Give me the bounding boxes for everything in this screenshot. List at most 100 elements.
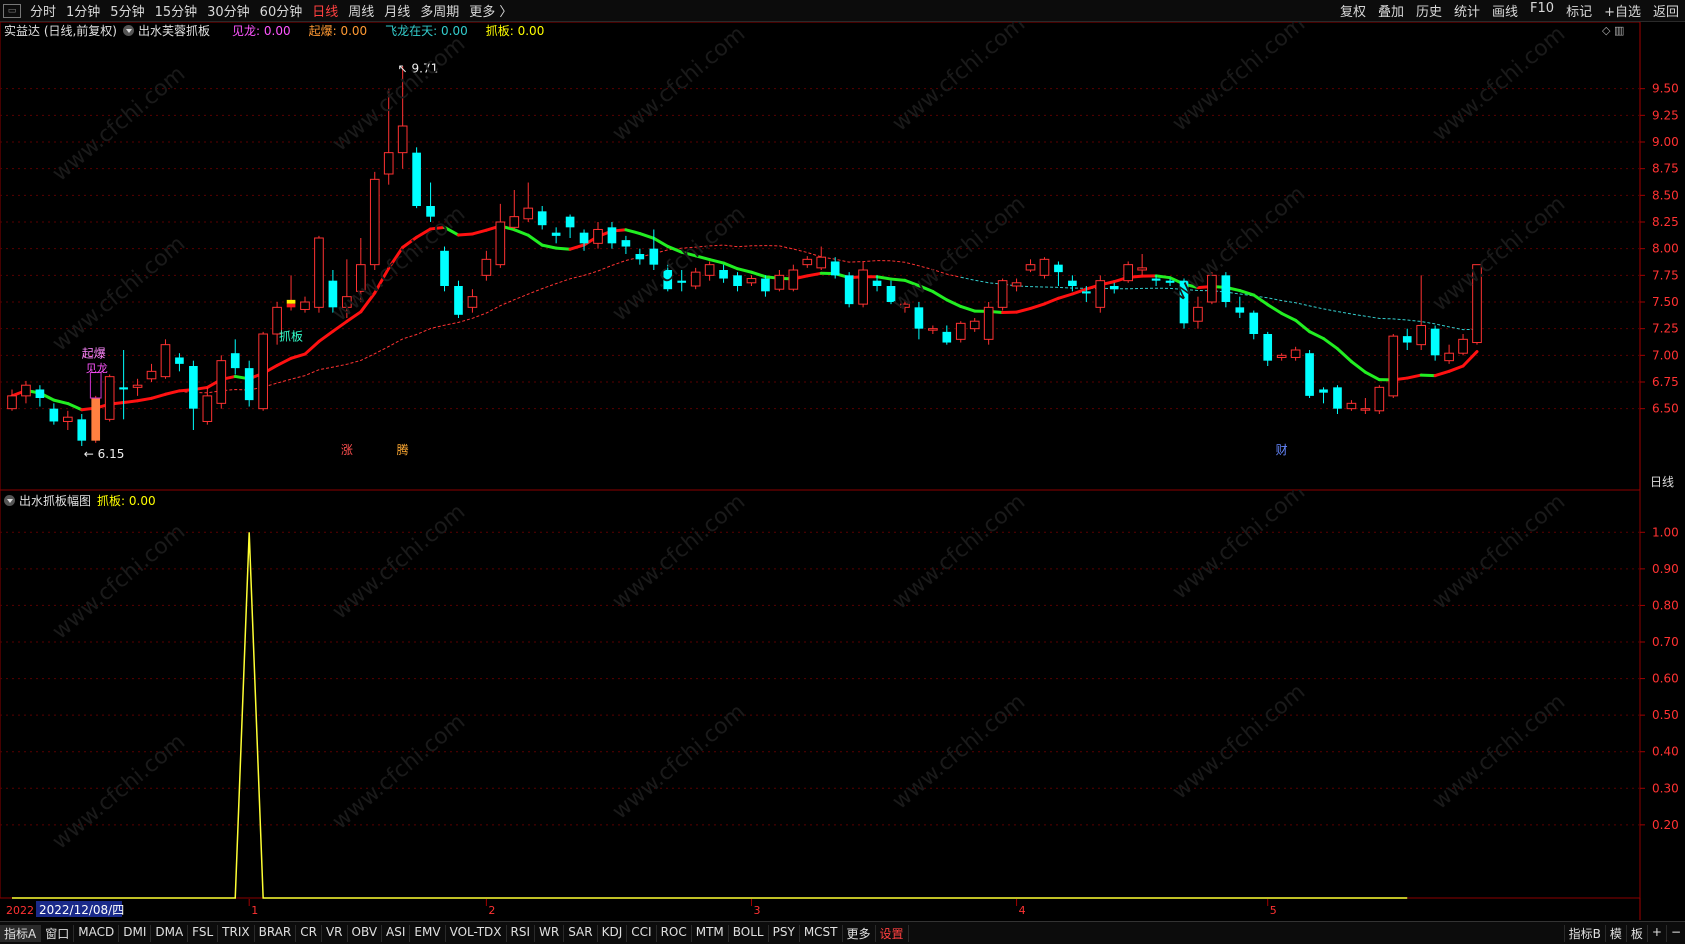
candle[interactable] [189, 361, 198, 430]
candle[interactable] [1040, 257, 1049, 278]
candle[interactable] [552, 227, 561, 243]
period-tab-3[interactable]: 15分钟 [150, 1, 203, 20]
candle[interactable] [1249, 311, 1258, 340]
candle[interactable] [761, 275, 770, 296]
app-logo-icon[interactable]: ▭ [3, 4, 21, 18]
candle[interactable] [1124, 261, 1133, 282]
candle[interactable] [231, 339, 240, 374]
period-tab-0[interactable]: 分时 [25, 1, 61, 20]
candle[interactable] [468, 289, 477, 312]
marker-shen[interactable]: 腾 [397, 442, 409, 457]
period-tab-5[interactable]: 60分钟 [255, 1, 308, 20]
top-tool-7[interactable]: +自选 [1598, 1, 1647, 20]
indicator-tab-4[interactable]: DMA [151, 925, 188, 942]
candle[interactable] [50, 403, 59, 424]
indicator-tab-11[interactable]: ASI [382, 925, 410, 942]
indicator-tab-20[interactable]: MTM [692, 925, 729, 942]
candle[interactable] [315, 236, 324, 313]
period-tab-9[interactable]: 多周期 [415, 1, 464, 20]
candle[interactable] [1431, 325, 1440, 360]
candle[interactable] [859, 261, 868, 307]
bottom-tool-0[interactable]: 指标B [1564, 925, 1605, 942]
candle[interactable] [622, 236, 631, 254]
indicator-tab-8[interactable]: CR [296, 925, 322, 942]
indicator-tab-5[interactable]: FSL [188, 925, 218, 942]
candle[interactable] [1375, 385, 1384, 414]
candle[interactable] [1333, 385, 1342, 414]
candle[interactable] [594, 222, 603, 249]
candle[interactable] [147, 364, 156, 382]
indicator-tab-7[interactable]: BRAR [255, 925, 297, 942]
candle[interactable] [8, 389, 17, 410]
candle[interactable] [482, 251, 491, 281]
candle[interactable] [217, 355, 226, 408]
candle[interactable] [426, 183, 435, 222]
candle[interactable] [1194, 297, 1203, 329]
period-tab-10[interactable]: 更多 〉 [464, 1, 517, 20]
indicator-tab-12[interactable]: EMV [410, 925, 445, 942]
period-tab-6[interactable]: 日线 [307, 1, 343, 20]
candle[interactable] [1459, 334, 1468, 355]
indicator-tab-21[interactable]: BOLL [729, 925, 769, 942]
candle[interactable] [636, 249, 645, 265]
candle[interactable] [105, 375, 114, 422]
indicator-tab-24[interactable]: 更多 [843, 925, 876, 942]
candle[interactable] [929, 325, 938, 334]
indicator-tab-15[interactable]: WR [535, 925, 564, 942]
candle[interactable] [301, 297, 310, 313]
candle[interactable] [63, 411, 72, 430]
marker-cai[interactable]: 财 [1276, 443, 1288, 457]
period-tab-7[interactable]: 周线 [343, 1, 379, 20]
period-tab-2[interactable]: 5分钟 [105, 1, 149, 20]
candle[interactable] [719, 265, 728, 283]
indicator-tab-22[interactable]: PSY [769, 925, 800, 942]
indicator-tab-2[interactable]: MACD [74, 925, 119, 942]
candle[interactable] [691, 268, 700, 289]
top-tool-4[interactable]: 画线 [1486, 1, 1524, 20]
candle[interactable] [245, 361, 254, 407]
candle[interactable] [510, 190, 519, 229]
bottom-tool-4[interactable]: − [1666, 925, 1685, 942]
candle[interactable] [1277, 353, 1286, 360]
candle[interactable] [77, 414, 86, 446]
candle[interactable] [1026, 259, 1035, 272]
indicator-tab-16[interactable]: SAR [564, 925, 597, 942]
bottom-tool-2[interactable]: 板 [1626, 925, 1647, 942]
candle[interactable] [524, 183, 533, 222]
candle[interactable] [161, 339, 170, 378]
top-tool-1[interactable]: 叠加 [1372, 1, 1410, 20]
indicator-tab-25[interactable]: 设置 [876, 925, 909, 942]
top-tool-6[interactable]: 标记 [1560, 1, 1598, 20]
candle[interactable] [1096, 275, 1105, 312]
candle[interactable] [1235, 297, 1244, 318]
indicator-tab-10[interactable]: OBV [348, 925, 383, 942]
period-tab-4[interactable]: 30分钟 [202, 1, 255, 20]
indicator-tab-17[interactable]: KDJ [598, 925, 628, 942]
candle[interactable] [803, 256, 812, 268]
top-tool-8[interactable]: 返回 [1647, 1, 1685, 20]
candle[interactable] [133, 379, 142, 396]
candle[interactable] [440, 247, 449, 292]
candle[interactable] [705, 261, 714, 280]
candle[interactable] [747, 275, 756, 286]
sub-indicator-chart[interactable]: 0.200.300.400.500.600.700.800.901.00www.… [0, 490, 1685, 920]
candle[interactable] [496, 204, 505, 268]
candle[interactable] [538, 206, 547, 229]
indicator-tab-9[interactable]: VR [322, 925, 348, 942]
candle[interactable] [1222, 272, 1231, 307]
top-tool-0[interactable]: 复权 [1334, 1, 1372, 20]
top-tool-3[interactable]: 统计 [1448, 1, 1486, 20]
candle[interactable] [566, 215, 575, 238]
candle[interactable] [454, 281, 463, 318]
candle[interactable] [370, 172, 379, 270]
candle[interactable] [984, 302, 993, 345]
candle[interactable] [956, 321, 965, 342]
candle[interactable] [203, 387, 212, 424]
candle[interactable] [1305, 350, 1314, 398]
candle[interactable] [1347, 400, 1356, 411]
candle[interactable] [1291, 347, 1300, 361]
main-kline-chart[interactable]: 6.506.757.007.257.507.758.008.258.508.75… [0, 22, 1685, 490]
candle[interactable] [831, 257, 840, 278]
marker-zhang[interactable]: 涨 [341, 442, 353, 457]
candle[interactable] [733, 272, 742, 291]
